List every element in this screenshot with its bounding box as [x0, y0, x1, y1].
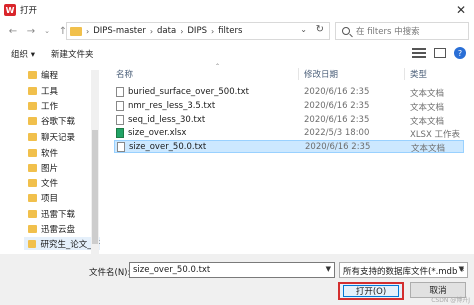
breadcrumb-item[interactable]: data [157, 26, 176, 36]
file-name: size_over.xlsx [128, 128, 187, 138]
sidebar-item[interactable]: 图片 [28, 161, 58, 174]
file-type: 文本文档 [410, 89, 445, 99]
folder-icon [28, 86, 37, 95]
window-title: 打开 [20, 6, 38, 16]
file-row[interactable]: nmr_res_less_3.5.txt 2020/6/16 2:35 文本文档 [114, 100, 464, 113]
file-row-selected[interactable]: size_over_50.0.txt 2020/6/16 2:35 文本文档 [114, 140, 464, 154]
folder-icon [28, 224, 37, 233]
sidebar-item[interactable]: 谷歌下载 [28, 114, 75, 127]
breadcrumb-item[interactable]: DIPS [187, 26, 207, 36]
sidebar-item[interactable]: 项目 [28, 191, 58, 204]
folder-icon [28, 116, 37, 125]
folder-icon [28, 239, 37, 248]
column-header-type[interactable]: 类型 [410, 68, 427, 80]
breadcrumb-item[interactable]: DIPS-master [93, 26, 146, 36]
file-row[interactable]: seq_id_less_30.txt 2020/6/16 2:35 文本文档 [114, 114, 464, 127]
back-arrow-icon[interactable]: ← [6, 26, 20, 37]
sidebar-item[interactable]: 软件 [28, 146, 58, 159]
navigation-bar: ← → ⌄ ↑ › DIPS-master › data › DIPS › fi… [0, 20, 474, 42]
sidebar-item[interactable]: 聊天记录 [28, 130, 75, 143]
text-file-icon [116, 115, 124, 125]
folder-icon [28, 163, 37, 172]
text-file-icon [116, 101, 124, 111]
file-date: 2020/6/16 2:35 [304, 101, 370, 111]
file-type: 文本文档 [411, 144, 446, 154]
watermark: CSDN @博升J [431, 297, 470, 304]
open-button[interactable]: 打开(O) [338, 282, 404, 300]
sidebar-item[interactable]: 工具 [28, 84, 58, 97]
search-icon [342, 27, 350, 35]
folder-icon [28, 132, 37, 141]
organize-button[interactable]: 组织 ▾ [11, 48, 35, 60]
file-type: 文本文档 [410, 117, 445, 127]
chevron-down-icon[interactable]: ▼ [326, 265, 331, 273]
file-name: nmr_res_less_3.5.txt [128, 101, 216, 111]
column-header-date[interactable]: 修改日期 [304, 68, 338, 80]
folder-icon [28, 193, 37, 202]
folder-icon [28, 148, 37, 157]
file-name: buried_surface_over_500.txt [128, 87, 250, 97]
file-name: size_over_50.0.txt [129, 142, 207, 152]
file-type: XLSX 工作表 [410, 130, 460, 140]
file-type: 文本文档 [410, 103, 445, 113]
file-row[interactable]: size_over.xlsx 2022/5/3 18:00 XLSX 工作表 [114, 127, 464, 140]
recent-chevron-icon[interactable]: ⌄ [40, 27, 54, 35]
search-placeholder: 在 filters 中搜索 [356, 27, 420, 37]
file-date: 2020/6/16 2:35 [304, 115, 370, 125]
folder-icon [28, 209, 37, 218]
file-date: 2020/6/16 2:35 [304, 87, 370, 97]
forward-arrow-icon[interactable]: → [24, 26, 38, 37]
sidebar-item-selected[interactable]: 研究生_论文_研 [24, 237, 100, 250]
wps-app-icon: W [4, 4, 16, 16]
address-bar[interactable]: › DIPS-master › data › DIPS › filters ⌄ … [66, 22, 330, 40]
dialog-footer: 文件名(N): size_over_50.0.txt ▼ 所有支持的数据库文件(… [0, 254, 474, 305]
text-file-icon [116, 87, 124, 97]
file-row[interactable]: buried_surface_over_500.txt 2020/6/16 2:… [114, 86, 464, 99]
sidebar-item[interactable]: 文件 [28, 176, 58, 189]
sidebar-item[interactable]: 迅雷下载 [28, 207, 75, 220]
folder-icon [70, 26, 82, 36]
sidebar-item[interactable]: 编程 [28, 68, 58, 81]
filename-input[interactable]: size_over_50.0.txt ▼ [129, 262, 335, 278]
text-file-icon [117, 142, 125, 152]
folder-icon [28, 101, 37, 110]
sidebar-item[interactable]: 迅雷云盘 [28, 222, 75, 235]
toolbar: 组织 ▾ 新建文件夹 ? [0, 44, 474, 64]
file-date: 2022/5/3 18:00 [304, 128, 370, 138]
file-date: 2020/6/16 2:35 [305, 142, 371, 152]
address-dropdown-icon[interactable]: ⌄ [300, 25, 307, 34]
search-input[interactable]: 在 filters 中搜索 [335, 22, 469, 40]
help-icon[interactable]: ? [454, 47, 466, 59]
column-header-name[interactable]: 名称 [116, 68, 133, 80]
folder-icon [28, 70, 37, 79]
filename-label: 文件名(N): [89, 268, 131, 278]
title-bar: W 打开 ✕ [0, 0, 474, 20]
filter-value: 所有支持的数据库文件(*.mdb * [343, 267, 465, 277]
sort-chevron-icon: ⌃ [215, 63, 221, 70]
sidebar-item[interactable]: 工作 [28, 99, 58, 112]
close-icon[interactable]: ✕ [456, 3, 466, 17]
filename-value: size_over_50.0.txt [133, 265, 211, 275]
excel-file-icon [116, 128, 124, 138]
open-button-label: 打开(O) [343, 285, 399, 297]
sidebar-scroll-thumb[interactable] [92, 130, 98, 244]
file-name: seq_id_less_30.txt [128, 115, 206, 125]
file-list: ⌃ 名称 修改日期 类型 buried_surface_over_500.txt… [102, 63, 474, 254]
new-folder-button[interactable]: 新建文件夹 [51, 48, 94, 60]
view-options-icon[interactable] [412, 48, 426, 58]
folder-icon [28, 178, 37, 187]
navigation-pane: 编程 工具 工作 谷歌下载 聊天记录 软件 图片 文件 项目 迅雷下载 迅雷云盘… [0, 66, 100, 254]
file-type-filter[interactable]: 所有支持的数据库文件(*.mdb * ▼ [339, 262, 468, 278]
refresh-icon[interactable]: ↻ [316, 24, 324, 35]
chevron-down-icon[interactable]: ▼ [459, 265, 464, 273]
breadcrumb-item[interactable]: filters [218, 26, 242, 36]
preview-pane-icon[interactable] [434, 48, 446, 58]
